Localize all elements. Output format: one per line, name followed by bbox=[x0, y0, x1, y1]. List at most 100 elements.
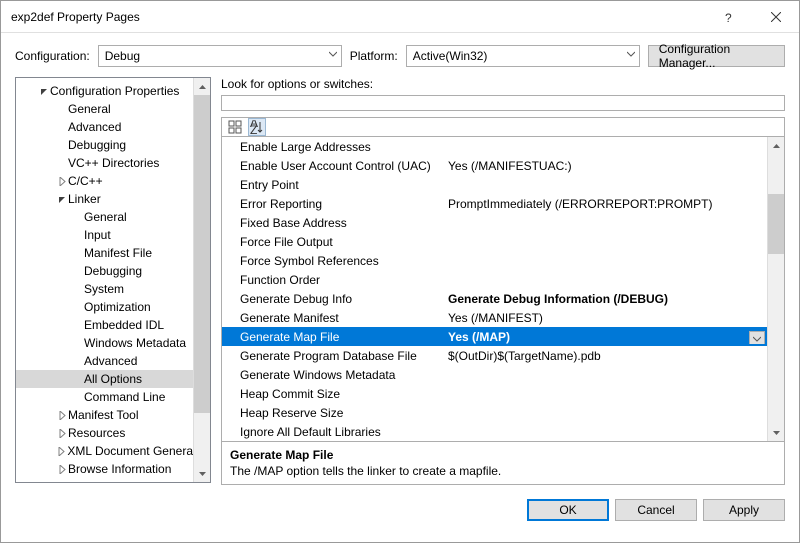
tree-scrollbar[interactable] bbox=[193, 78, 210, 482]
tree-item-label: Debugging bbox=[68, 138, 126, 152]
configuration-value: Debug bbox=[105, 49, 140, 63]
main-area: Configuration PropertiesGeneralAdvancedD… bbox=[1, 77, 799, 491]
tree-item[interactable]: System bbox=[16, 280, 193, 298]
property-row[interactable]: Error ReportingPromptImmediately (/ERROR… bbox=[222, 194, 767, 213]
property-value[interactable]: Yes (/MAP) bbox=[444, 330, 767, 344]
tree-item-label: Manifest File bbox=[84, 246, 152, 260]
alphabetical-icon[interactable]: AZ bbox=[248, 118, 266, 136]
property-name: Heap Reserve Size bbox=[222, 406, 444, 420]
configuration-combo[interactable]: Debug bbox=[98, 45, 342, 67]
property-row[interactable]: Enable Large Addresses bbox=[222, 137, 767, 156]
cancel-button[interactable]: Cancel bbox=[615, 499, 697, 521]
property-row[interactable]: Force Symbol References bbox=[222, 251, 767, 270]
apply-button[interactable]: Apply bbox=[703, 499, 785, 521]
tree-item-label: Advanced bbox=[84, 354, 137, 368]
property-value[interactable]: $(OutDir)$(TargetName).pdb bbox=[444, 349, 767, 363]
chevron-right-icon bbox=[56, 429, 68, 438]
tree-item[interactable]: Manifest File bbox=[16, 244, 193, 262]
categorized-icon[interactable] bbox=[226, 118, 244, 136]
dropdown-button[interactable] bbox=[749, 331, 765, 344]
grid-toolbar: AZ bbox=[221, 117, 785, 136]
scroll-down-icon[interactable] bbox=[194, 465, 210, 482]
property-name: Heap Commit Size bbox=[222, 387, 444, 401]
property-row[interactable]: Enable User Account Control (UAC)Yes (/M… bbox=[222, 156, 767, 175]
property-row[interactable]: Generate Debug InfoGenerate Debug Inform… bbox=[222, 289, 767, 308]
tree-item-label: Advanced bbox=[68, 120, 121, 134]
tree-item-label: Browse Information bbox=[68, 462, 171, 476]
chevron-down-icon bbox=[753, 335, 761, 343]
search-input[interactable] bbox=[221, 95, 785, 111]
configuration-manager-button[interactable]: Configuration Manager... bbox=[648, 45, 785, 67]
scroll-thumb[interactable] bbox=[194, 95, 210, 413]
chevron-right-icon bbox=[56, 447, 67, 456]
close-icon bbox=[771, 12, 781, 22]
tree-item[interactable]: Debugging bbox=[16, 262, 193, 280]
property-row[interactable]: Heap Commit Size bbox=[222, 384, 767, 403]
property-row[interactable]: Generate Windows Metadata bbox=[222, 365, 767, 384]
property-value[interactable]: PromptImmediately (/ERRORREPORT:PROMPT) bbox=[444, 197, 767, 211]
tree-item[interactable]: Advanced bbox=[16, 118, 193, 136]
property-name: Enable Large Addresses bbox=[222, 140, 444, 154]
tree-item[interactable]: Input bbox=[16, 226, 193, 244]
close-button[interactable] bbox=[753, 1, 799, 33]
tree-item[interactable]: All Options bbox=[16, 370, 193, 388]
scroll-thumb[interactable] bbox=[768, 194, 784, 254]
tree-item[interactable]: Embedded IDL bbox=[16, 316, 193, 334]
tree-item[interactable]: General bbox=[16, 100, 193, 118]
scroll-down-icon[interactable] bbox=[768, 424, 784, 441]
tree-item[interactable]: Linker bbox=[16, 190, 193, 208]
property-row[interactable]: Ignore All Default Libraries bbox=[222, 422, 767, 441]
tree-item[interactable]: Manifest Tool bbox=[16, 406, 193, 424]
tree-item[interactable]: Windows Metadata bbox=[16, 334, 193, 352]
tree-inner[interactable]: Configuration PropertiesGeneralAdvancedD… bbox=[16, 78, 193, 482]
tree-item[interactable]: C/C++ bbox=[16, 172, 193, 190]
property-row[interactable]: Function Order bbox=[222, 270, 767, 289]
chevron-right-icon bbox=[56, 411, 68, 420]
configuration-manager-label: Configuration Manager... bbox=[659, 42, 774, 70]
scroll-up-icon[interactable] bbox=[768, 137, 784, 154]
property-row[interactable]: Heap Reserve Size bbox=[222, 403, 767, 422]
property-row[interactable]: Fixed Base Address bbox=[222, 213, 767, 232]
apply-label: Apply bbox=[729, 503, 759, 517]
property-value[interactable]: Yes (/MANIFEST) bbox=[444, 311, 767, 325]
help-button[interactable]: ? bbox=[707, 1, 753, 33]
property-row[interactable]: Generate ManifestYes (/MANIFEST) bbox=[222, 308, 767, 327]
scroll-track[interactable] bbox=[768, 154, 784, 424]
tree-item[interactable]: General bbox=[16, 208, 193, 226]
ok-button[interactable]: OK bbox=[527, 499, 609, 521]
tree-item[interactable]: Optimization bbox=[16, 298, 193, 316]
property-name: Error Reporting bbox=[222, 197, 444, 211]
chevron-right-icon bbox=[56, 465, 68, 474]
description-box: Generate Map File The /MAP option tells … bbox=[221, 442, 785, 485]
tree-item[interactable]: Command Line bbox=[16, 388, 193, 406]
property-name: Ignore All Default Libraries bbox=[222, 425, 444, 439]
tree-item-label: General bbox=[84, 210, 127, 224]
tree-item[interactable]: XML Document Genera bbox=[16, 442, 193, 460]
property-value[interactable]: Generate Debug Information (/DEBUG) bbox=[444, 292, 767, 306]
description-title: Generate Map File bbox=[230, 448, 776, 462]
scroll-up-icon[interactable] bbox=[194, 78, 210, 95]
platform-label: Platform: bbox=[350, 49, 398, 63]
tree-item[interactable]: Resources bbox=[16, 424, 193, 442]
property-row[interactable]: Entry Point bbox=[222, 175, 767, 194]
cancel-label: Cancel bbox=[637, 503, 674, 517]
tree-item-label: Command Line bbox=[84, 390, 165, 404]
property-row[interactable]: Generate Map FileYes (/MAP) bbox=[222, 327, 767, 346]
grid-scrollbar[interactable] bbox=[767, 137, 784, 441]
property-name: Fixed Base Address bbox=[222, 216, 444, 230]
tree-item-label: Debugging bbox=[84, 264, 142, 278]
tree-item[interactable]: Browse Information bbox=[16, 460, 193, 478]
tree-item[interactable]: Debugging bbox=[16, 136, 193, 154]
tree-item[interactable]: VC++ Directories bbox=[16, 154, 193, 172]
platform-combo[interactable]: Active(Win32) bbox=[406, 45, 640, 67]
platform-value: Active(Win32) bbox=[413, 49, 488, 63]
property-value[interactable]: Yes (/MANIFESTUAC:) bbox=[444, 159, 767, 173]
property-row[interactable]: Force File Output bbox=[222, 232, 767, 251]
help-icon: ? bbox=[725, 10, 735, 24]
scroll-track[interactable] bbox=[194, 95, 210, 465]
property-name: Generate Manifest bbox=[222, 311, 444, 325]
tree-root[interactable]: Configuration Properties bbox=[16, 82, 193, 100]
property-row[interactable]: Generate Program Database File$(OutDir)$… bbox=[222, 346, 767, 365]
tree-item[interactable]: Advanced bbox=[16, 352, 193, 370]
grid-body[interactable]: Enable Large Addresses Enable User Accoun… bbox=[222, 137, 767, 441]
